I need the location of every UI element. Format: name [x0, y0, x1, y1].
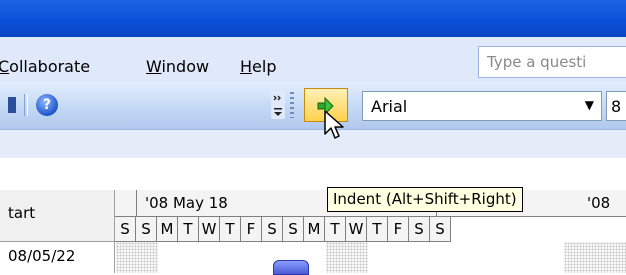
timescale-day-cell: M [304, 217, 325, 242]
timescale-day-cell: W [346, 217, 367, 242]
menu-help-accel: H [240, 57, 253, 76]
start-date-value: 08/05/22 [8, 247, 76, 265]
timescale-day-cell: S [283, 217, 304, 242]
toolbar-grip-handle[interactable] [290, 92, 294, 118]
timescale-day-cell: M [157, 217, 178, 242]
timescale-day-cell: S [115, 217, 136, 242]
menu-window-accel: W [146, 57, 162, 76]
timescale-day-cell: F [388, 217, 409, 242]
start-column-header[interactable]: tart [0, 190, 115, 242]
menu-help[interactable]: Help [240, 57, 276, 76]
font-name-value: Arial [371, 97, 408, 116]
menu-collaborate-label: ollaborate [9, 57, 91, 76]
ask-question-box[interactable]: Type a questi [478, 46, 626, 78]
timescale-day-cell: S [430, 217, 451, 242]
timescale-day-cell: T [367, 217, 388, 242]
timescale-day-cell: T [220, 217, 241, 242]
timescale-day-cell: S [262, 217, 283, 242]
timescale-day-cell: T [178, 217, 199, 242]
dropdown-arrow-icon[interactable]: ▼ [585, 98, 594, 112]
font-size-value: 8 [611, 97, 622, 116]
font-name-dropdown[interactable]: Arial ▼ [362, 91, 602, 121]
menu-help-label: elp [252, 57, 277, 76]
title-bar [0, 0, 626, 37]
timescale-day-cell: F [241, 217, 262, 242]
menu-collaborate-accel: C [0, 57, 10, 76]
toolbar-separator [24, 94, 28, 116]
start-date-cell[interactable]: 08/05/22 [0, 242, 115, 273]
menu-window[interactable]: Window [146, 57, 209, 76]
timescale-day-cell: S [136, 217, 157, 242]
menu-collaborate[interactable]: Collaborate [0, 57, 90, 76]
font-size-dropdown[interactable]: 8 [606, 91, 626, 121]
timescale-day-cell: S [409, 217, 430, 242]
timescale-day-cell: T [325, 217, 346, 242]
nonworking-day-shading [326, 242, 368, 273]
menu-window-label: indow [161, 57, 210, 76]
timescale-week-next-label: '08 [587, 194, 611, 212]
mouse-pointer-icon [324, 110, 348, 148]
nonworking-day-shading [116, 242, 158, 273]
indent-tooltip: Indent (Alt+Shift+Right) [327, 187, 523, 212]
help-icon[interactable]: ? [36, 94, 58, 116]
toolbar-button-fragment-icon[interactable] [8, 97, 16, 113]
nonworking-day-shading [564, 242, 626, 273]
toolbar-options-chevron-icon[interactable] [271, 91, 285, 119]
start-column-header-label: tart [8, 204, 36, 222]
toolbar-lower-band [0, 130, 626, 158]
ask-question-placeholder: Type a questi [487, 53, 587, 71]
timescale-week-prev [115, 190, 137, 217]
timescale-day-cell: W [199, 217, 220, 242]
timescale-week-label: '08 May 18 [145, 194, 228, 212]
